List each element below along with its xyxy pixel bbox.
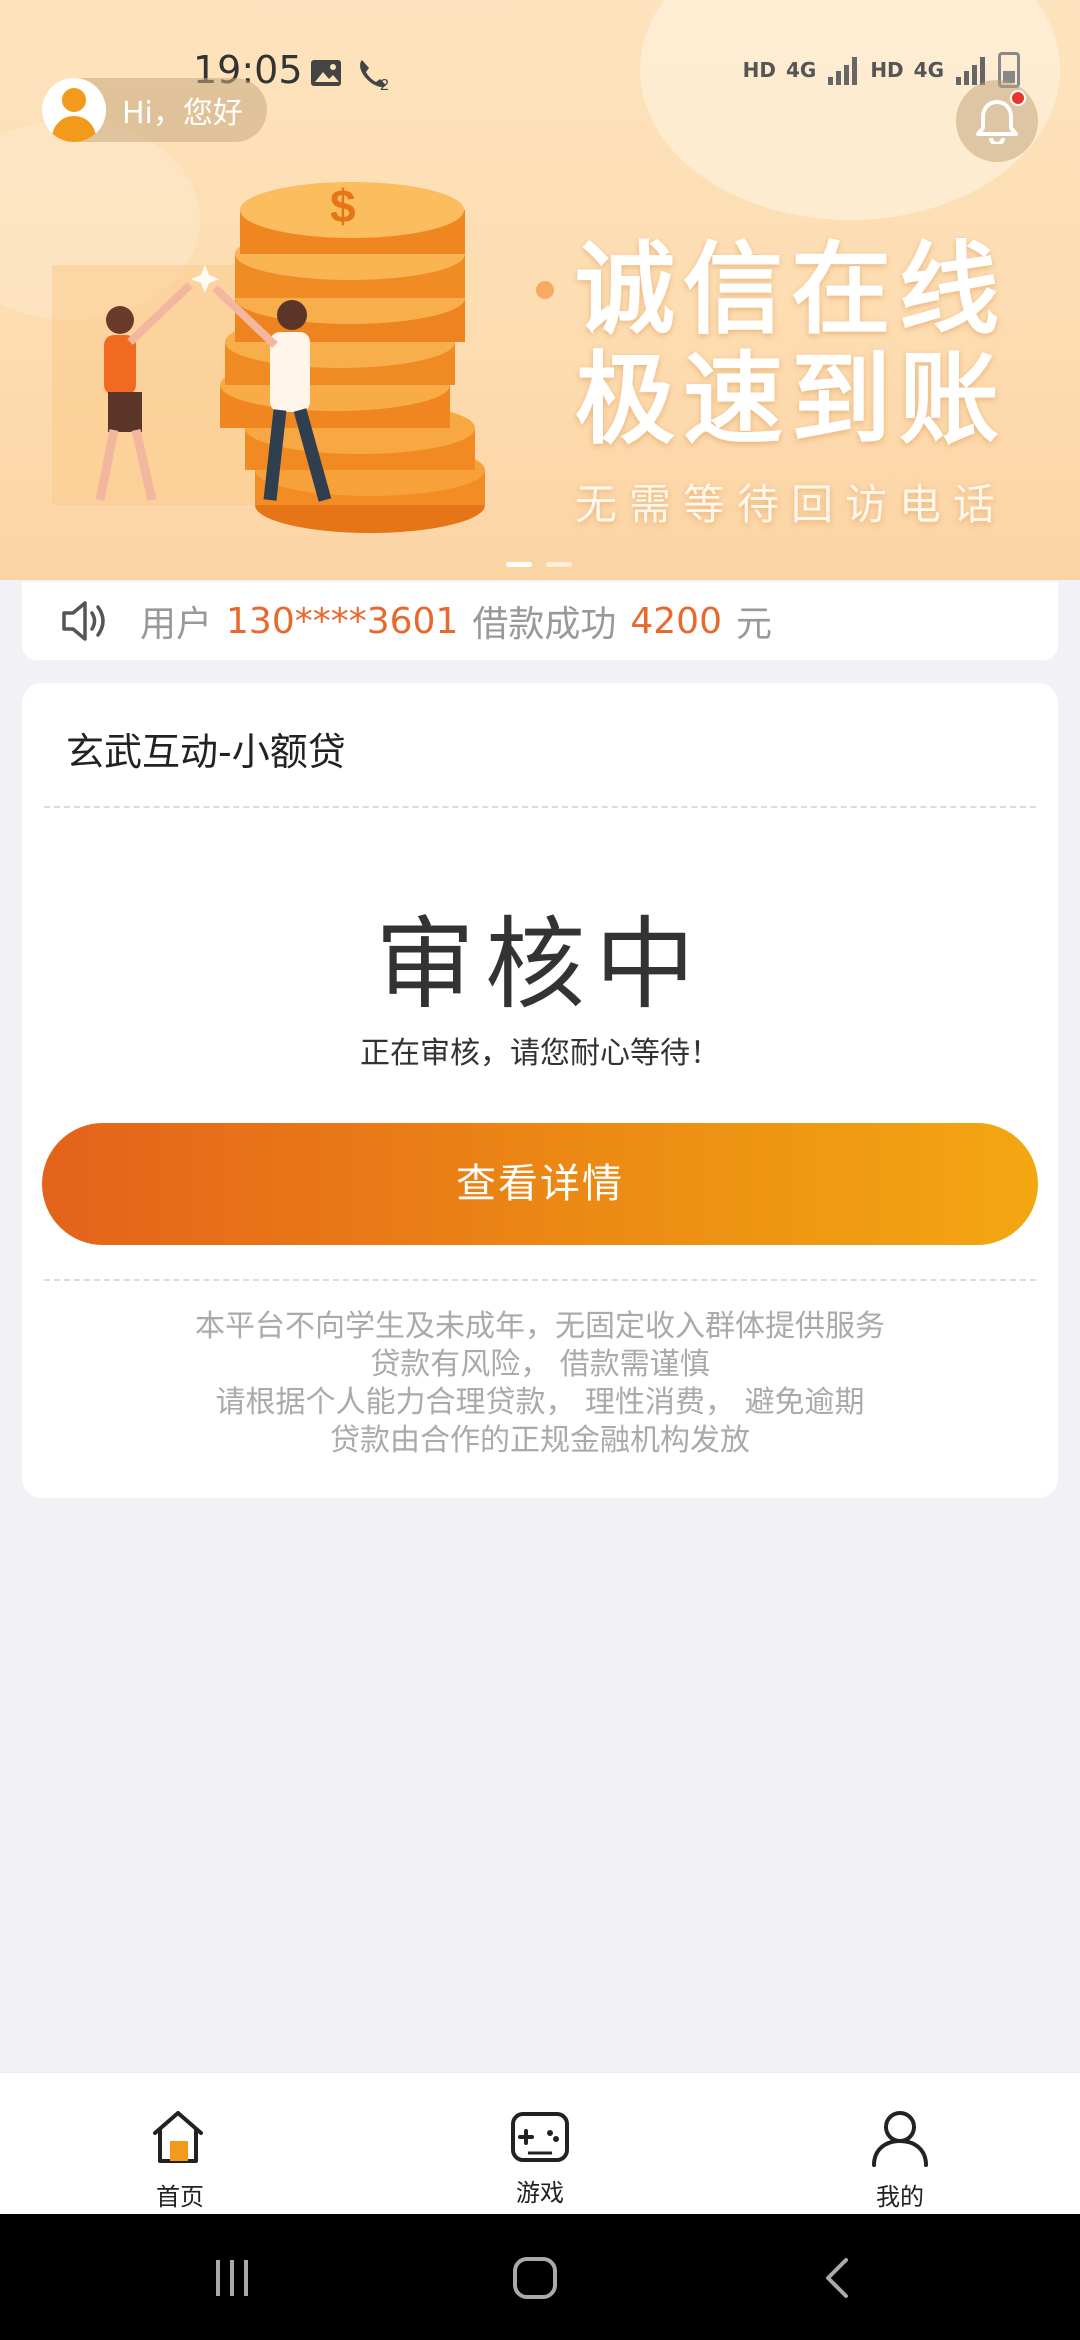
svg-text:$: $ bbox=[330, 180, 356, 232]
notice-prefix: 用户 bbox=[140, 604, 213, 645]
carousel-indicator bbox=[506, 562, 572, 567]
status-indicators: HD 4G HD 4G bbox=[743, 52, 1020, 88]
review-status: 审核中 bbox=[375, 906, 705, 1023]
coin-stack-illustration: $ bbox=[52, 180, 554, 533]
person-icon bbox=[872, 2111, 928, 2167]
disclaimer-line: 贷款由合作的正规金融机构发放 bbox=[330, 1423, 750, 1458]
notice-middle: 借款成功 bbox=[472, 604, 617, 645]
notification-button[interactable] bbox=[956, 80, 1038, 162]
home-icon bbox=[153, 2111, 203, 2163]
tab-games-label: 游戏 bbox=[516, 2179, 564, 2207]
banner-headline-2: 极速到账 bbox=[575, 341, 1007, 458]
disclaimer-line: 本平台不向学生及未成年，无固定收入群体提供服务 bbox=[195, 1309, 885, 1344]
carousel-dot bbox=[506, 562, 532, 567]
tab-mine-label: 我的 bbox=[876, 2183, 924, 2211]
banner-headline-1: 诚信在线 bbox=[575, 231, 1007, 348]
back-button[interactable] bbox=[822, 2256, 852, 2300]
home-button[interactable] bbox=[512, 2256, 558, 2300]
user-avatar-icon bbox=[42, 78, 106, 142]
notice-phone: 130****3601 bbox=[226, 600, 459, 642]
view-details-button[interactable]: 查看详情 bbox=[42, 1123, 1038, 1245]
network-4g-indicator: 4G bbox=[785, 58, 817, 82]
greeting-chip[interactable]: Hi，您好 bbox=[42, 78, 267, 142]
svg-text:2: 2 bbox=[380, 77, 389, 92]
tab-home-label: 首页 bbox=[156, 2183, 204, 2211]
loan-status-card: 玄武互动-小额贷 审核中 正在审核，请您耐心等待！ 查看详情 本平台不向学生及未… bbox=[22, 683, 1058, 1498]
loan-notice-bar: 用户 130****3601 借款成功 4200 元 bbox=[22, 582, 1058, 660]
bottom-tab-bar: 首页 游戏 我的 bbox=[0, 2072, 1080, 2214]
disclaimer-line: 请根据个人能力合理贷款， 理性消费， 避免逾期 bbox=[215, 1385, 865, 1420]
recent-apps-button[interactable] bbox=[212, 2258, 252, 2298]
notice-amount: 4200 bbox=[630, 600, 722, 642]
hd-indicator: HD bbox=[870, 58, 904, 82]
signal-icon bbox=[826, 55, 860, 85]
signal-icon bbox=[954, 55, 988, 85]
divider bbox=[44, 806, 1036, 808]
speaker-icon bbox=[62, 601, 105, 641]
disclaimer: 本平台不向学生及未成年，无固定收入群体提供服务 贷款有风险， 借款需谨慎 请根据… bbox=[22, 1308, 1058, 1460]
banner-text: 诚信在线 极速到账 无需等待回访电话 bbox=[575, 235, 1007, 532]
carousel-dot bbox=[546, 562, 572, 567]
network-4g-indicator: 4G bbox=[913, 58, 944, 82]
gallery-icon bbox=[311, 60, 341, 86]
divider bbox=[44, 1279, 1036, 1281]
greeting-text: Hi，您好 bbox=[122, 96, 243, 131]
banner-subline: 无需等待回访电话 bbox=[575, 480, 1008, 529]
call-forward-icon: 2 bbox=[360, 60, 389, 92]
app-screen: $ 诚信在线 极速到账 无需等待回访电话 19:05 2 HD 4G HD 4G… bbox=[0, 0, 1080, 2340]
notice-unit: 元 bbox=[736, 604, 773, 645]
hd-indicator: HD bbox=[742, 58, 776, 82]
gamepad-icon bbox=[511, 2112, 569, 2162]
unread-badge bbox=[1010, 90, 1026, 106]
system-nav-bar bbox=[0, 2214, 1080, 2340]
review-status-desc: 正在审核，请您耐心等待！ bbox=[360, 1036, 720, 1071]
disclaimer-line: 贷款有风险， 借款需谨慎 bbox=[370, 1347, 710, 1382]
bell-icon bbox=[976, 100, 1018, 144]
product-title: 玄武互动-小额贷 bbox=[66, 730, 346, 774]
